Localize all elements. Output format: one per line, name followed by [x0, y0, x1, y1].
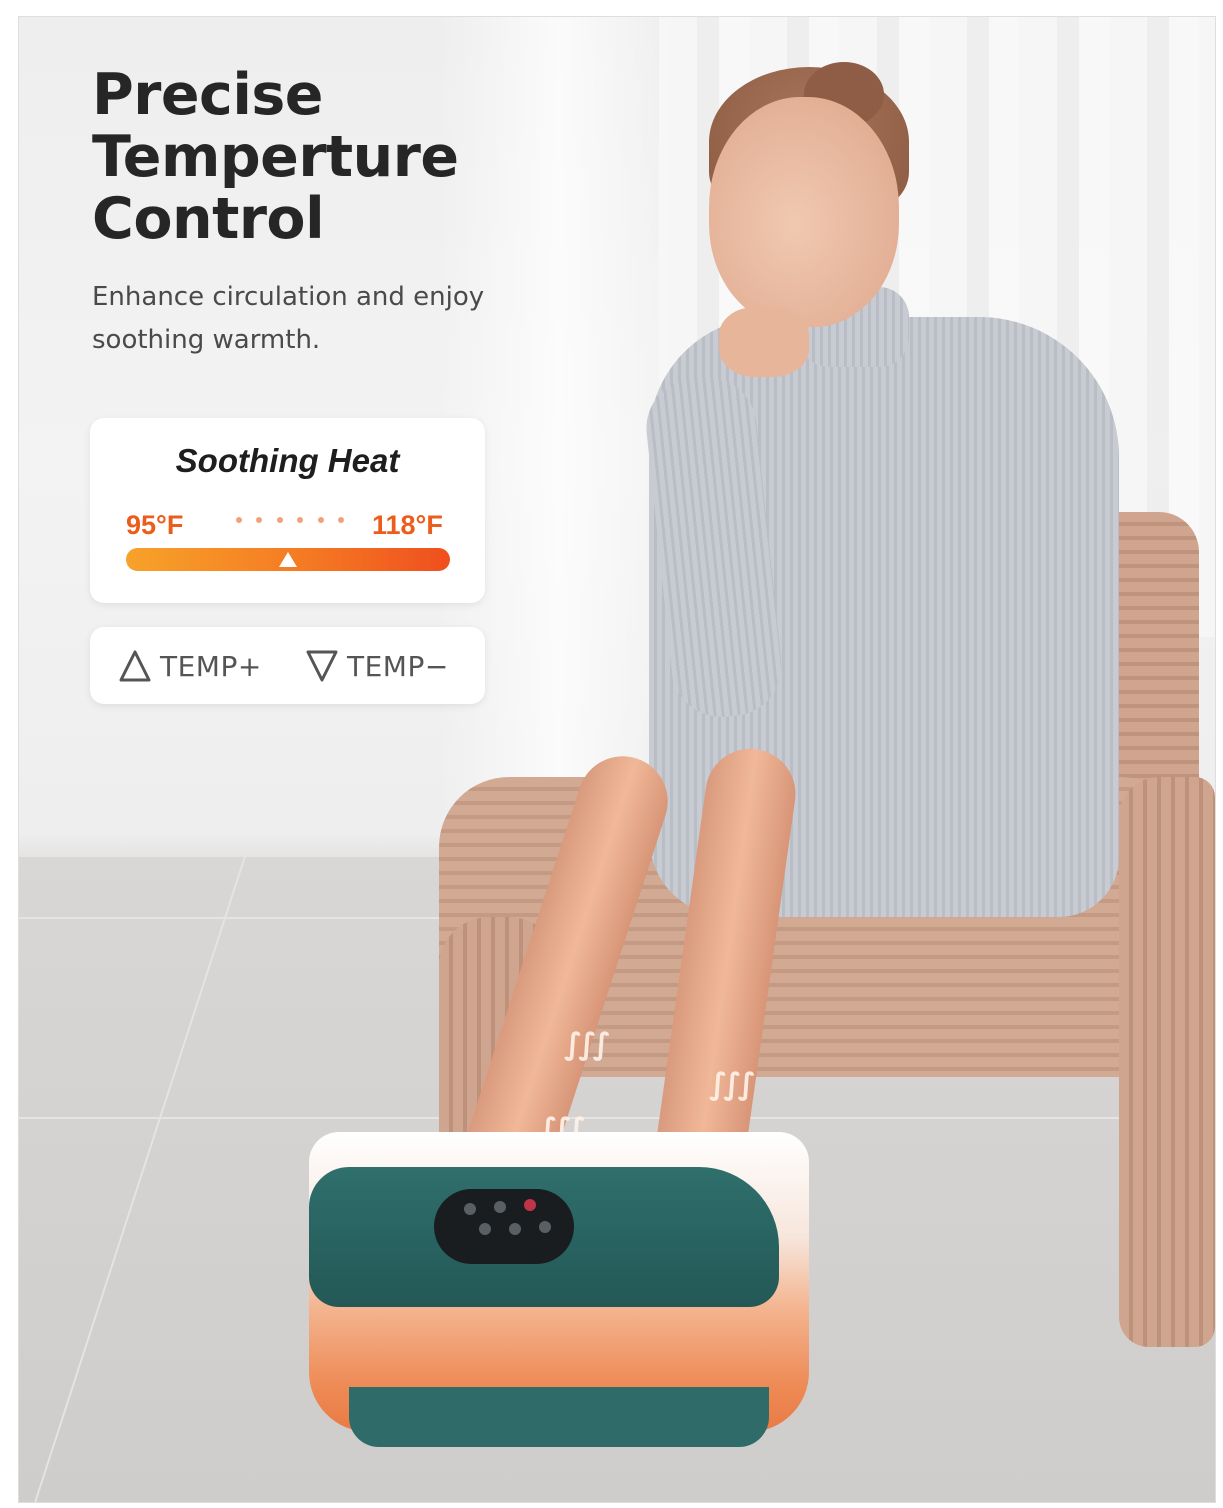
heat-waves-icon: ∫∫∫	[709, 1067, 756, 1102]
temp-controls-card: TEMP+ TEMP−	[90, 627, 485, 704]
control-button-icon	[479, 1223, 491, 1235]
temperature-marker-icon	[279, 552, 297, 567]
tile-seam	[19, 1117, 1215, 1119]
power-button-icon	[524, 1199, 536, 1211]
range-dots	[236, 517, 344, 527]
ad-canvas: ∫∫∫ ∫∫∫ ∫∫∫ ∫∫∫ Precise Temperture Contr…	[0, 0, 1223, 1508]
range-dot	[236, 517, 242, 523]
foot-spa-base	[349, 1387, 769, 1447]
heat-waves-icon: ∫∫∫	[564, 1027, 611, 1062]
range-dot	[276, 517, 283, 523]
control-button-icon	[509, 1223, 521, 1235]
range-dot	[337, 517, 344, 523]
foot-spa-control-panel	[434, 1189, 574, 1264]
armchair-right-base	[1119, 777, 1215, 1347]
range-dot	[256, 517, 263, 523]
tile-seam	[34, 857, 246, 1502]
woman-face	[709, 97, 899, 327]
control-button-icon	[539, 1221, 551, 1233]
range-dot	[317, 517, 324, 523]
control-button-icon	[464, 1203, 476, 1215]
temp-decrease-button[interactable]: TEMP−	[305, 645, 449, 687]
temp-increase-button[interactable]: TEMP+	[118, 645, 262, 687]
headline: Precise Temperture Control	[92, 64, 522, 250]
triangle-up-outline-icon	[119, 650, 151, 682]
headline-line: Control	[92, 186, 325, 252]
soothing-heat-card: Soothing Heat 95°F 118°F	[90, 418, 485, 603]
control-button-icon	[494, 1201, 506, 1213]
woman-hand	[719, 307, 809, 377]
headline-line: Temperture	[92, 124, 459, 190]
temperature-gradient-bar	[126, 548, 450, 571]
temp-decrease-label: TEMP−	[347, 649, 449, 683]
headline-line: Precise	[92, 62, 323, 128]
subtext: Enhance circulation and enjoy soothing w…	[92, 282, 485, 355]
temp-increase-label: TEMP+	[160, 649, 262, 683]
triangle-down-outline-icon	[306, 650, 338, 682]
max-temp-label: 118°F	[372, 510, 443, 540]
range-dot	[297, 517, 304, 523]
min-temp-label: 95°F	[126, 510, 184, 540]
card-title: Soothing Heat	[175, 442, 400, 479]
